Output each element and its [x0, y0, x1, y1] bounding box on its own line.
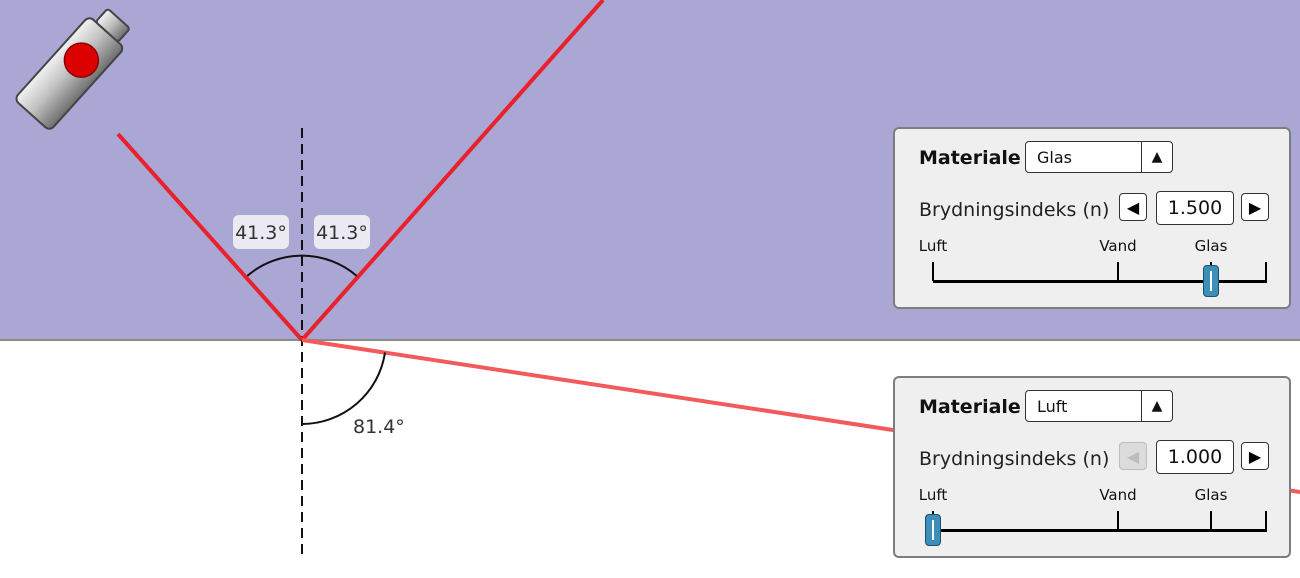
- slider-label-air: Luft: [918, 237, 948, 255]
- material-combo-box[interactable]: Luft ▲: [1025, 390, 1173, 422]
- refractive-index-slider-track[interactable]: [933, 529, 1267, 532]
- slider-tick: [1117, 511, 1119, 530]
- lower-material-panel: Materiale Luft ▲ Brydningsindeks (n) ◀ 1…: [893, 376, 1291, 558]
- slider-label-glass: Glas: [1194, 237, 1228, 255]
- slider-label-water: Vand: [1099, 486, 1137, 504]
- refractive-index-field[interactable]: 1.500: [1156, 191, 1234, 225]
- material-combo-value: Luft: [1037, 397, 1068, 416]
- arrow-left-icon: ◀: [1126, 197, 1140, 217]
- arrow-right-icon: ▶: [1248, 446, 1262, 466]
- reflection-angle-value: 41.3°: [316, 222, 368, 244]
- triangle-up-icon[interactable]: ▲: [1141, 391, 1172, 421]
- material-title: Materiale: [919, 396, 1021, 418]
- refractive-index-slider-thumb[interactable]: [1203, 265, 1219, 297]
- refractive-index-field[interactable]: 1.000: [1156, 440, 1234, 474]
- slider-tick: [932, 262, 934, 281]
- incidence-angle-value: 41.3°: [235, 222, 287, 244]
- slider-label-air: Luft: [918, 486, 948, 504]
- triangle-up-icon[interactable]: ▲: [1141, 142, 1172, 172]
- refractive-index-label: Brydningsindeks (n): [919, 448, 1110, 470]
- refraction-angle-label: 81.4°: [353, 416, 405, 438]
- incidence-angle-label: 41.3°: [233, 215, 289, 249]
- decrement-index-button[interactable]: ◀: [1119, 442, 1147, 470]
- increment-index-button[interactable]: ▶: [1241, 193, 1269, 221]
- slider-tick: [1117, 262, 1119, 281]
- refractive-index-label: Brydningsindeks (n): [919, 199, 1110, 221]
- refractive-index-slider-thumb[interactable]: [925, 514, 941, 546]
- material-title: Materiale: [919, 147, 1021, 169]
- slider-tick: [1210, 511, 1212, 530]
- slider-label-water: Vand: [1099, 237, 1137, 255]
- arrow-left-icon: ◀: [1126, 446, 1140, 466]
- material-combo-box[interactable]: Glas ▲: [1025, 141, 1173, 173]
- reflection-angle-label: 41.3°: [314, 215, 370, 249]
- slider-tick: [1265, 262, 1267, 281]
- upper-material-panel: Materiale Glas ▲ Brydningsindeks (n) ◀ 1…: [893, 127, 1291, 309]
- slider-label-glass: Glas: [1194, 486, 1228, 504]
- arrow-right-icon: ▶: [1248, 197, 1262, 217]
- slider-tick: [1265, 511, 1267, 530]
- increment-index-button[interactable]: ▶: [1241, 442, 1269, 470]
- decrement-index-button[interactable]: ◀: [1119, 193, 1147, 221]
- material-combo-value: Glas: [1037, 148, 1072, 167]
